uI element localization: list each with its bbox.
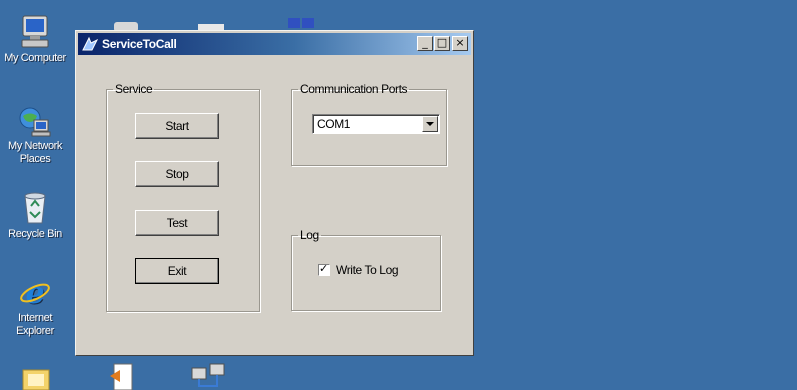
close-button[interactable]: × (452, 36, 468, 51)
checkmark-icon: ✓ (319, 263, 329, 275)
folder-icon[interactable] (22, 366, 50, 390)
maximize-button[interactable]: □ (434, 36, 450, 51)
service-window: ServiceToCall _ □ × Service Start Stop T… (75, 30, 474, 356)
network-icon[interactable] (190, 362, 226, 390)
port-select-value: COM1 (317, 117, 351, 131)
desktop-icon-label: My Computer (4, 52, 66, 64)
exit-button[interactable]: Exit (135, 258, 219, 284)
recycle-bin-icon (24, 192, 46, 224)
test-button[interactable]: Test (135, 210, 219, 236)
desktop-icon-label: Recycle Bin (8, 228, 62, 240)
network-places-icon (19, 107, 51, 137)
write-to-log-label[interactable]: Write To Log (336, 263, 399, 277)
minimize-button[interactable]: _ (417, 36, 433, 51)
log-group-legend: Log (300, 228, 319, 242)
desktop-icon-label: Internet (17, 312, 53, 324)
desktop-icon-label: Places (19, 153, 51, 165)
document-icon[interactable] (108, 362, 138, 390)
window-title: ServiceToCall (102, 37, 177, 51)
desktop-icon-network-places[interactable]: My Network Places (0, 104, 72, 166)
port-select[interactable]: COM1 (312, 114, 440, 134)
internet-explorer-icon: e (20, 276, 50, 310)
svg-text:e: e (26, 276, 45, 310)
start-button[interactable]: Start (135, 113, 219, 139)
service-group-legend: Service (115, 82, 153, 96)
desktop-icon-label: My Network (7, 140, 63, 152)
desktop-icon-label: Explorer (16, 325, 54, 337)
desktop-item-icon[interactable] (286, 16, 316, 30)
computer-icon (21, 15, 49, 48)
chevron-down-icon[interactable] (422, 116, 438, 132)
desktop-icon-recycle-bin[interactable]: Recycle Bin (0, 190, 72, 241)
desktop-icon-my-computer[interactable]: My Computer (0, 14, 72, 65)
title-bar[interactable]: ServiceToCall _ □ × (78, 33, 471, 55)
communication-ports-legend: Communication Ports (300, 82, 408, 96)
desktop: My Computer My Network Places Recycle Bi… (0, 0, 797, 390)
app-icon (82, 36, 98, 51)
write-to-log-checkbox[interactable]: ✓ (318, 263, 330, 276)
stop-button[interactable]: Stop (135, 161, 219, 187)
desktop-icon-internet-explorer[interactable]: e Internet Explorer (0, 276, 72, 338)
